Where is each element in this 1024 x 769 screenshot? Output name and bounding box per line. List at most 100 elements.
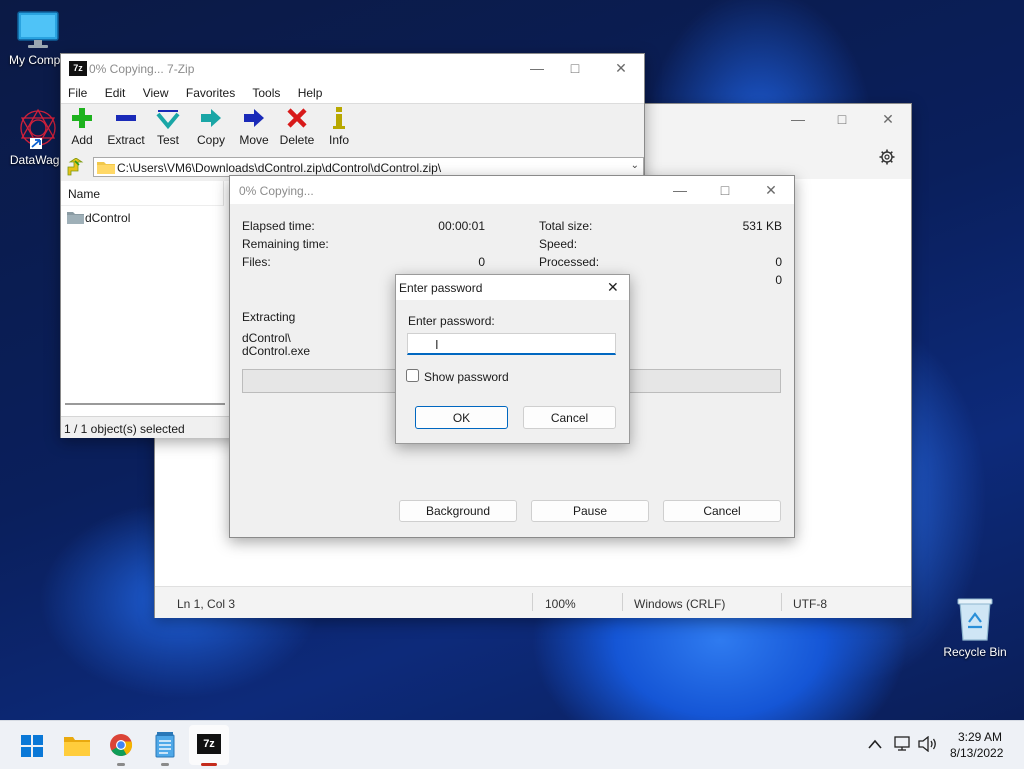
total-size-value: 531 KB — [742, 219, 782, 233]
address-bar[interactable]: C:\Users\VM6\Downloads\dControl.zip\dCon… — [93, 157, 644, 177]
show-password-label[interactable]: Show password — [424, 370, 509, 384]
minus-icon — [116, 115, 136, 121]
address-path: C:\Users\VM6\Downloads\dControl.zip\dCon… — [117, 161, 442, 175]
processed-label: Processed: — [539, 255, 600, 269]
copying-minimize-button[interactable]: — — [657, 175, 703, 205]
x-icon — [287, 108, 307, 128]
files-label: Files: — [242, 255, 271, 269]
check-icon — [156, 110, 180, 130]
password-dialog: Enter password ✕ Enter password: I Show … — [395, 274, 630, 444]
gear-icon[interactable] — [879, 149, 895, 165]
clock-time[interactable]: 3:29 AM — [958, 730, 1002, 744]
password-cancel-button[interactable]: Cancel — [523, 406, 616, 429]
chevron-down-icon[interactable]: ⌄ — [631, 160, 639, 171]
line-ending: Windows (CRLF) — [634, 597, 726, 611]
desktop-icon-label: DataWago — [9, 153, 67, 167]
password-prompt: Enter password: — [408, 314, 495, 328]
taskbar-indicator — [161, 763, 169, 766]
chrome-icon[interactable] — [109, 733, 133, 757]
extract-button[interactable]: Extract — [105, 106, 147, 147]
datawagon-logo-icon — [20, 108, 56, 149]
password-titlebar: Enter password ✕ — [396, 275, 629, 300]
elapsed-time-value: 00:00:01 — [438, 219, 485, 233]
monitor-icon — [17, 11, 59, 48]
show-password-checkbox[interactable] — [406, 369, 419, 382]
file-explorer-icon[interactable] — [64, 734, 90, 756]
desktop-icon-label: My Compu — [8, 53, 67, 67]
close-icon[interactable]: ✕ — [607, 279, 619, 296]
recycle-bin-icon — [957, 598, 993, 641]
statusbar-divider — [781, 593, 782, 611]
encoding: UTF-8 — [793, 597, 827, 611]
list-item[interactable]: dControl — [66, 209, 216, 227]
current-file: dControl.exe — [242, 344, 311, 358]
taskbar-active-indicator — [201, 763, 217, 766]
sevenzip-maximize-button[interactable]: □ — [552, 53, 598, 83]
menu-file[interactable]: File — [68, 86, 87, 100]
delete-button[interactable]: Delete — [278, 106, 316, 147]
taskbar-indicator — [117, 763, 125, 766]
background-button[interactable]: Background — [399, 500, 517, 522]
processed-value: 0 — [775, 255, 782, 269]
notepad-statusbar: Ln 1, Col 3 100% Windows (CRLF) UTF-8 — [155, 586, 911, 618]
window-title: 0% Copying... 7-Zip — [89, 62, 195, 76]
copying-close-button[interactable]: ✕ — [748, 175, 794, 205]
add-button[interactable]: Add — [67, 106, 97, 147]
horizontal-scrollbar[interactable] — [65, 403, 225, 405]
taskbar-7zip-button[interactable]: 7z — [189, 725, 229, 766]
move-button[interactable]: Move — [237, 106, 271, 147]
cursor-position: Ln 1, Col 3 — [177, 597, 236, 611]
up-folder-icon[interactable] — [66, 158, 84, 176]
statusbar-divider — [622, 593, 623, 611]
pause-button[interactable]: Pause — [531, 500, 649, 522]
notepad-icon[interactable] — [155, 732, 175, 758]
extra-stat-value: 0 — [775, 273, 782, 287]
info-icon — [333, 107, 345, 129]
clock-date[interactable]: 8/13/2022 — [950, 746, 1003, 760]
copying-maximize-button[interactable]: □ — [702, 175, 748, 205]
info-button[interactable]: Info — [326, 106, 352, 147]
menu-tools[interactable]: Tools — [252, 86, 280, 100]
total-size-label: Total size: — [539, 219, 593, 233]
volume-icon[interactable] — [918, 736, 938, 752]
sevenzip-icon: 7z — [197, 734, 221, 754]
sevenzip-menubar: File Edit View Favorites Tools Help — [61, 82, 644, 104]
copy-button[interactable]: Copy — [193, 106, 229, 147]
speed-label: Speed: — [539, 237, 578, 251]
chevron-up-icon[interactable] — [868, 739, 882, 749]
folder-icon — [97, 162, 115, 174]
network-icon[interactable] — [894, 736, 912, 752]
menu-edit[interactable]: Edit — [105, 86, 126, 100]
plus-icon — [72, 108, 92, 128]
copying-titlebar: 0% Copying... — □ ✕ — [230, 176, 794, 204]
menu-help[interactable]: Help — [298, 86, 323, 100]
sevenzip-app-icon: 7z — [69, 61, 87, 76]
statusbar-divider — [532, 593, 533, 611]
cancel-copy-button[interactable]: Cancel — [663, 500, 781, 522]
copying-title: 0% Copying... — [239, 184, 314, 198]
test-button[interactable]: Test — [153, 106, 183, 147]
current-path: dControl\ — [242, 331, 291, 345]
notepad-close-button[interactable]: ✕ — [865, 104, 911, 134]
sevenzip-titlebar: 7z 0% Copying... 7-Zip — □ ✕ — [61, 54, 644, 82]
notepad-minimize-button[interactable]: — — [775, 104, 821, 134]
remaining-time-label: Remaining time: — [242, 237, 329, 251]
sevenzip-close-button[interactable]: ✕ — [598, 53, 644, 83]
column-header-name[interactable]: Name — [61, 181, 224, 206]
arrow-right-icon — [244, 109, 264, 127]
zoom-level: 100% — [545, 597, 576, 611]
password-dialog-title: Enter password — [399, 281, 483, 295]
menu-view[interactable]: View — [143, 86, 169, 100]
taskbar: 7z 3:29 AM 8/13/2022 — [0, 720, 1024, 769]
text-cursor-icon: I — [435, 337, 439, 352]
operation-label: Extracting — [242, 310, 296, 324]
files-value: 0 — [478, 255, 485, 269]
folder-icon — [67, 212, 84, 224]
menu-favorites[interactable]: Favorites — [186, 86, 235, 100]
arrow-right-icon — [201, 109, 221, 127]
sevenzip-toolbar: Add Extract Test Copy Move Delete Info — [61, 106, 644, 152]
ok-button[interactable]: OK — [415, 406, 508, 429]
desktop-icon-recycle-bin[interactable]: Recycle Bin — [936, 596, 1014, 659]
windows-start-icon[interactable] — [21, 735, 43, 757]
notepad-maximize-button[interactable]: □ — [819, 104, 865, 134]
